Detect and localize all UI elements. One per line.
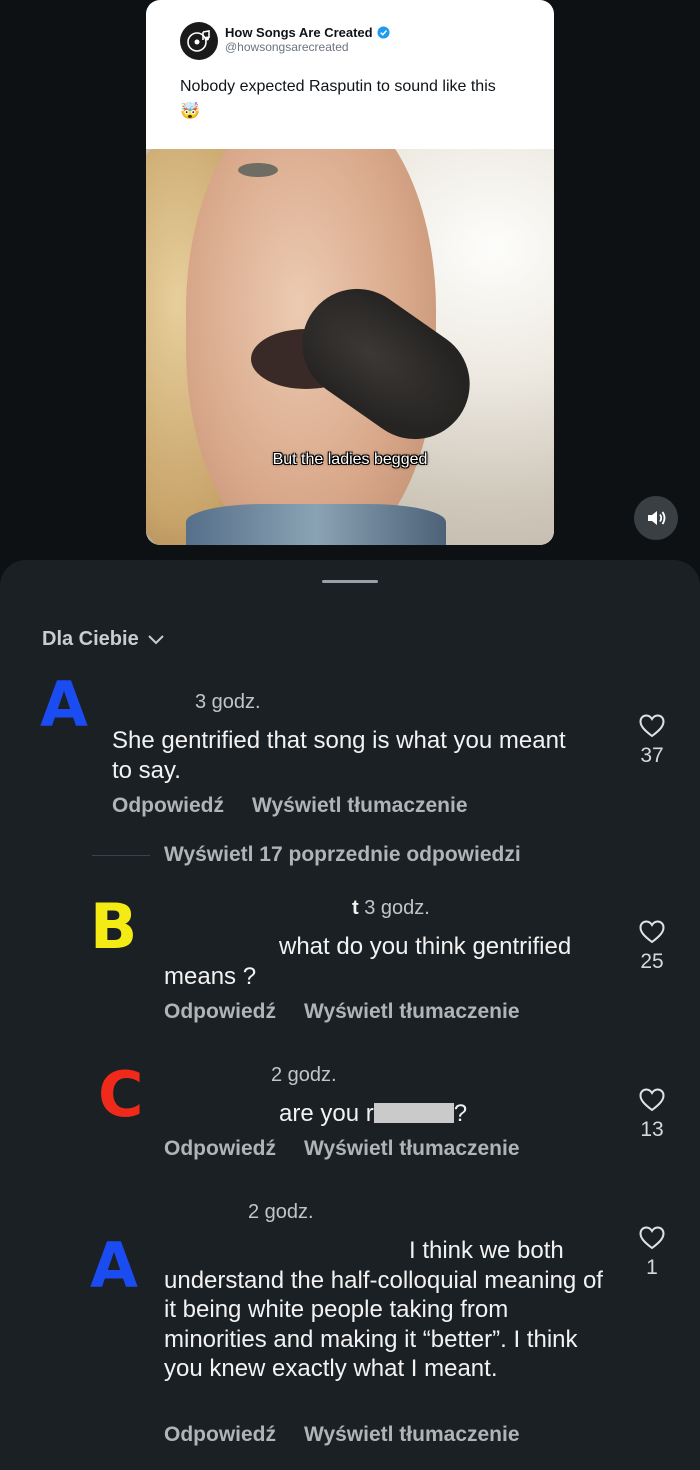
tweet-emoji: 🤯 [180, 103, 200, 120]
annotation-letter-b: B [90, 890, 138, 963]
comment-time: 3 godz. [195, 691, 261, 713]
time-prefix: t [352, 897, 359, 919]
like-control: 25 [627, 920, 677, 974]
comment-actions: Odpowiedź Wyświetl tłumaczenie [164, 1423, 520, 1447]
comment-time: t 3 godz. [352, 897, 430, 920]
speaker-volume-icon [648, 511, 666, 525]
translate-button[interactable]: Wyświetl tłumaczenie [252, 794, 468, 818]
account-name[interactable]: How Songs Are Created [225, 25, 390, 40]
account-handle: @howsongsarecreated [225, 40, 349, 54]
sheet-drag-handle[interactable] [322, 580, 378, 583]
account-avatar[interactable] [180, 22, 218, 60]
heart-icon[interactable] [639, 714, 665, 738]
comment-text: are you r? [279, 1099, 579, 1129]
time-value: 3 godz. [364, 897, 430, 919]
comment-time: 2 godz. [248, 1201, 314, 1223]
view-previous-replies-button[interactable]: Wyświetl 17 poprzednie odpowiedzi [92, 843, 521, 867]
comment-sort-dropdown[interactable]: Dla Ciebie [42, 628, 165, 651]
sort-label: Dla Ciebie [42, 628, 139, 650]
like-control: 37 [627, 714, 677, 768]
like-count: 13 [640, 1118, 664, 1141]
like-control: 13 [627, 1088, 677, 1142]
account-name-text: How Songs Are Created [225, 25, 373, 40]
heart-icon[interactable] [639, 1088, 665, 1112]
like-control: 1 [627, 1226, 677, 1280]
verified-badge-icon [377, 26, 390, 39]
like-count: 37 [640, 744, 664, 767]
view-replies-label: Wyświetl 17 poprzednie odpowiedzi [164, 843, 521, 866]
vinyl-record-icon [187, 30, 210, 52]
comments-sheet: Dla Ciebie A 3 godz. She gentrified that… [0, 560, 700, 1470]
annotation-letter-a: A [40, 668, 88, 741]
like-count: 1 [646, 1256, 658, 1279]
comment-time: 2 godz. [271, 1064, 337, 1086]
censor-bar [373, 1103, 454, 1123]
reply-button[interactable]: Odpowiedź [164, 1000, 276, 1024]
video-caption: But the ladies begged [272, 451, 428, 468]
reply-button[interactable]: Odpowiedź [164, 1423, 276, 1447]
comment-text-start: are you r [279, 1100, 374, 1127]
reply-button[interactable]: Odpowiedź [164, 1137, 276, 1161]
comment-text: I think we both understand the half-coll… [164, 1237, 603, 1382]
like-count: 25 [640, 950, 664, 973]
reply-button[interactable]: Odpowiedź [112, 794, 224, 818]
comment-actions: Odpowiedź Wyświetl tłumaczenie [164, 1000, 520, 1024]
divider-line [92, 854, 150, 856]
translate-button[interactable]: Wyświetl tłumaczenie [304, 1137, 520, 1161]
comment-actions: Odpowiedź Wyświetl tłumaczenie [112, 794, 468, 818]
tweet-text: Nobody expected Rasputin to sound like t… [180, 78, 496, 95]
comment-text: what do you think gentrified means ? [164, 933, 572, 990]
comment-actions: Odpowiedź Wyświetl tłumaczenie [164, 1137, 520, 1161]
heart-icon[interactable] [639, 1226, 665, 1250]
translate-button[interactable]: Wyświetl tłumaczenie [304, 1423, 520, 1447]
annotation-letter-a: A [90, 1229, 138, 1302]
translate-button[interactable]: Wyświetl tłumaczenie [304, 1000, 520, 1024]
video-frame-shirt [186, 504, 446, 545]
embedded-tweet-card[interactable]: How Songs Are Created @howsongsarecreate… [146, 0, 554, 545]
annotation-letter-c: C [98, 1058, 144, 1131]
comment-text: She gentrified that song is what you mea… [112, 727, 566, 784]
video-frame-eye [238, 163, 278, 177]
chevron-down-icon [147, 634, 164, 644]
tweet-video[interactable]: But the ladies begged [146, 149, 554, 545]
comment-text-end: ? [453, 1100, 468, 1127]
sound-toggle-button[interactable] [634, 496, 678, 540]
heart-icon[interactable] [639, 920, 665, 944]
